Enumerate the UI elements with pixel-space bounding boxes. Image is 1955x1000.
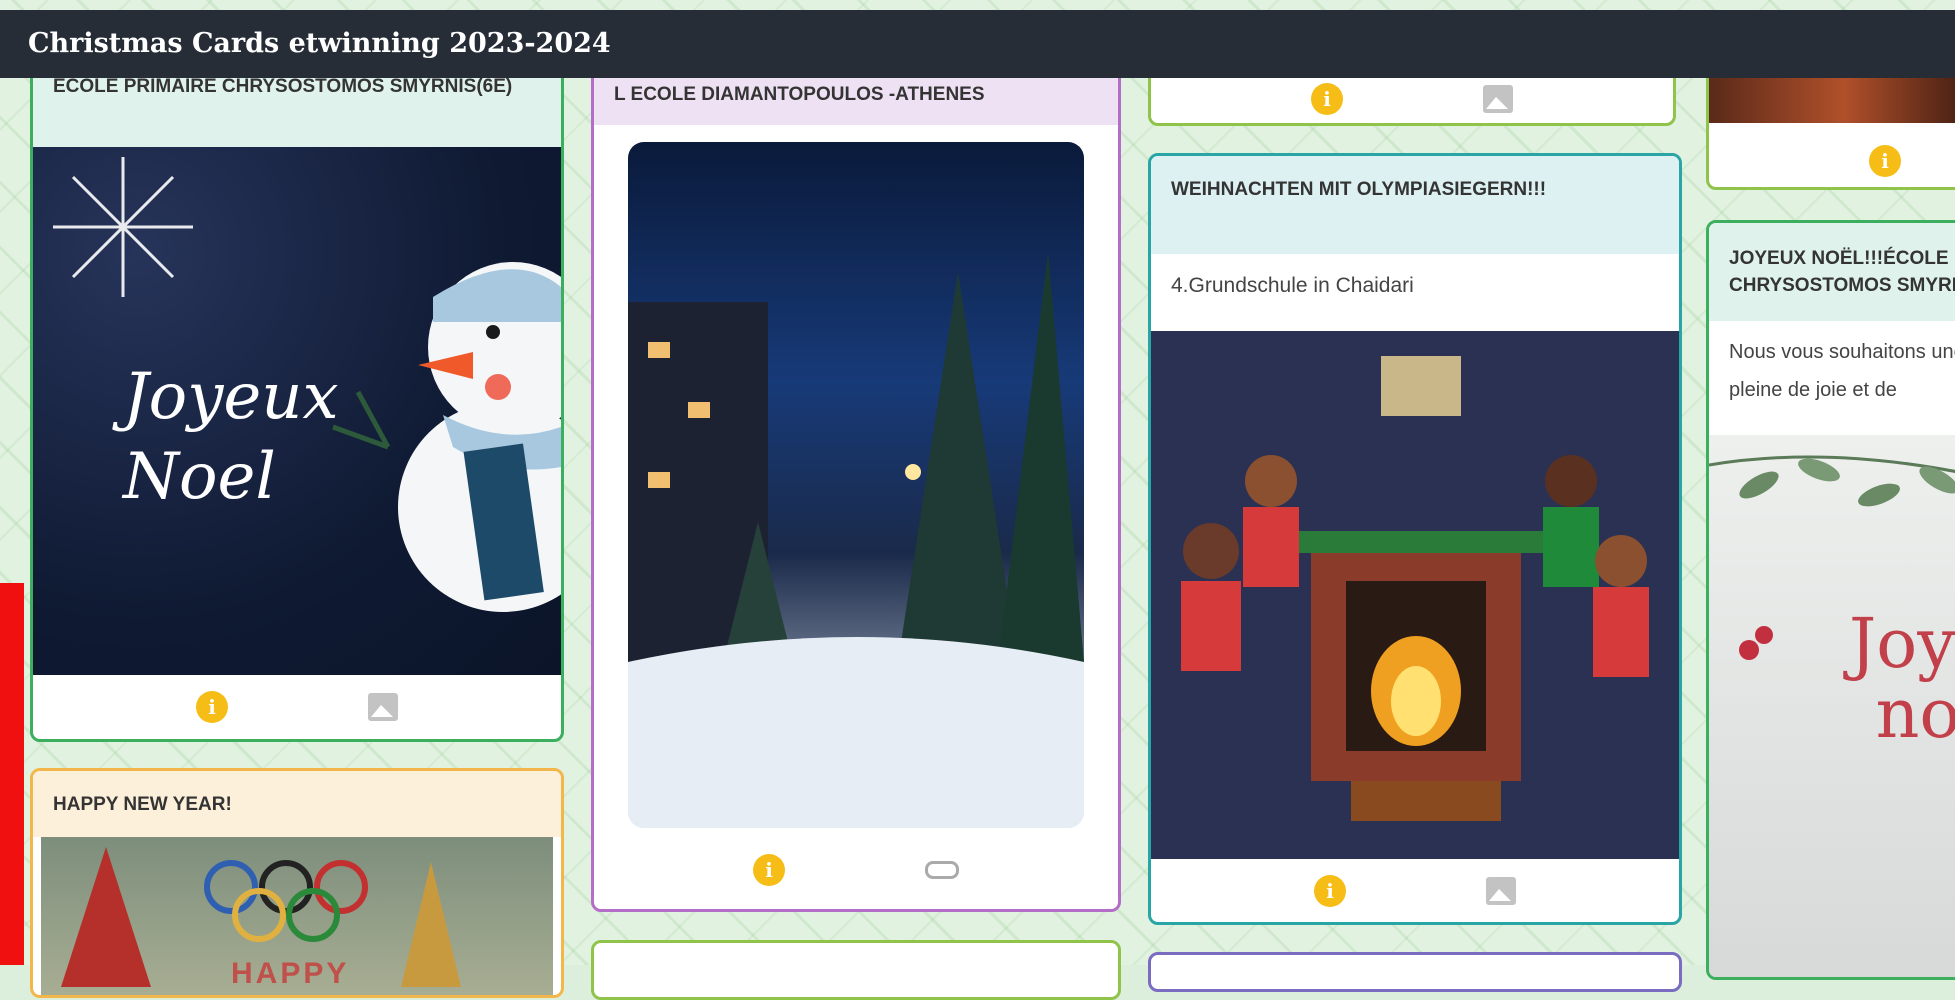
card-description: Nous vous souhaitons une année pleine de… [1729, 341, 1955, 401]
info-icon[interactable]: i [1314, 875, 1346, 907]
board-title: Christmas Cards etwinning 2023-2024 [28, 28, 611, 59]
board-header: Christmas Cards etwinning 2023-2024 [0, 10, 1955, 78]
card-partial-bottom[interactable] [591, 940, 1121, 1000]
image-icon[interactable] [1483, 85, 1513, 113]
card-footer: i [33, 675, 561, 739]
red-edge-bar [0, 583, 24, 965]
card-ecole-diamantopoulos[interactable]: L ECOLE DIAMANTOPOULOS -ATHENES i [591, 50, 1121, 912]
card-partial-bottom-2[interactable] [1148, 952, 1682, 992]
card-title: JOYEUX NOËL!!!ÉCOLE PRIMAIRE CHRYSOSTOMO… [1709, 223, 1955, 321]
info-icon[interactable]: i [753, 854, 785, 886]
card-description: 4.Grundschule in Chaidari [1171, 274, 1414, 297]
image-icon[interactable] [1486, 877, 1516, 905]
card-footer: i [594, 831, 1118, 909]
card-image-text: Joyeux Noel [123, 360, 339, 514]
card-image-text: Joyeux noël [1849, 605, 1955, 754]
card-title-text: HAPPY NEW YEAR! [53, 794, 232, 815]
card-title: HAPPY NEW YEAR! [33, 771, 561, 837]
card-footer: i [1151, 859, 1679, 922]
card-title: WEIHNACHTEN MIT OLYMPIASIEGERN!!! [1151, 156, 1679, 254]
card-happy-new-year[interactable]: HAPPY NEW YEAR! HAPPY [30, 768, 564, 998]
card-title-text: ECOLE PRIMAIRE CHRYSOSTOMOS SMYRNIS(6E) [53, 76, 513, 97]
card-image-olympic-champions[interactable] [1151, 331, 1679, 859]
card-image-snowman[interactable]: Joyeux Noel [33, 147, 561, 675]
info-icon[interactable]: i [196, 691, 228, 723]
link-icon[interactable] [925, 861, 959, 879]
card-weihnachten[interactable]: WEIHNACHTEN MIT OLYMPIASIEGERN!!! 4.Grun… [1148, 153, 1682, 925]
info-icon[interactable]: i [1869, 145, 1901, 177]
card-title-text: L ECOLE DIAMANTOPOULOS -ATHENES [614, 84, 985, 105]
card-joyeux-noel-ecole[interactable]: JOYEUX NOËL!!!ÉCOLE PRIMAIRE CHRYSOSTOMO… [1706, 220, 1955, 980]
card-footer: i [1709, 133, 1955, 187]
image-icon[interactable] [368, 693, 398, 721]
card-ecole-primaire[interactable]: ECOLE PRIMAIRE CHRYSOSTOMOS SMYRNIS(6E) … [30, 50, 564, 742]
card-title-text: JOYEUX NOËL!!!ÉCOLE PRIMAIRE CHRYSOSTOMO… [1729, 248, 1955, 296]
card-image-partial[interactable] [1709, 73, 1955, 123]
info-icon[interactable]: i [1311, 83, 1343, 115]
champions-illustration [1151, 331, 1679, 859]
card-image-text: HAPPY [231, 957, 350, 990]
snowy-street-illustration [628, 252, 1084, 828]
card-image-joyeux-noel[interactable]: Joyeux noël [1709, 435, 1955, 977]
card-footer: i [1151, 73, 1673, 123]
card-image-olympic[interactable]: HAPPY [41, 837, 553, 995]
card-title-text: WEIHNACHTEN MIT OLYMPIASIEGERN!!! [1171, 179, 1547, 200]
card-image-snowy-street[interactable] [628, 142, 1084, 828]
